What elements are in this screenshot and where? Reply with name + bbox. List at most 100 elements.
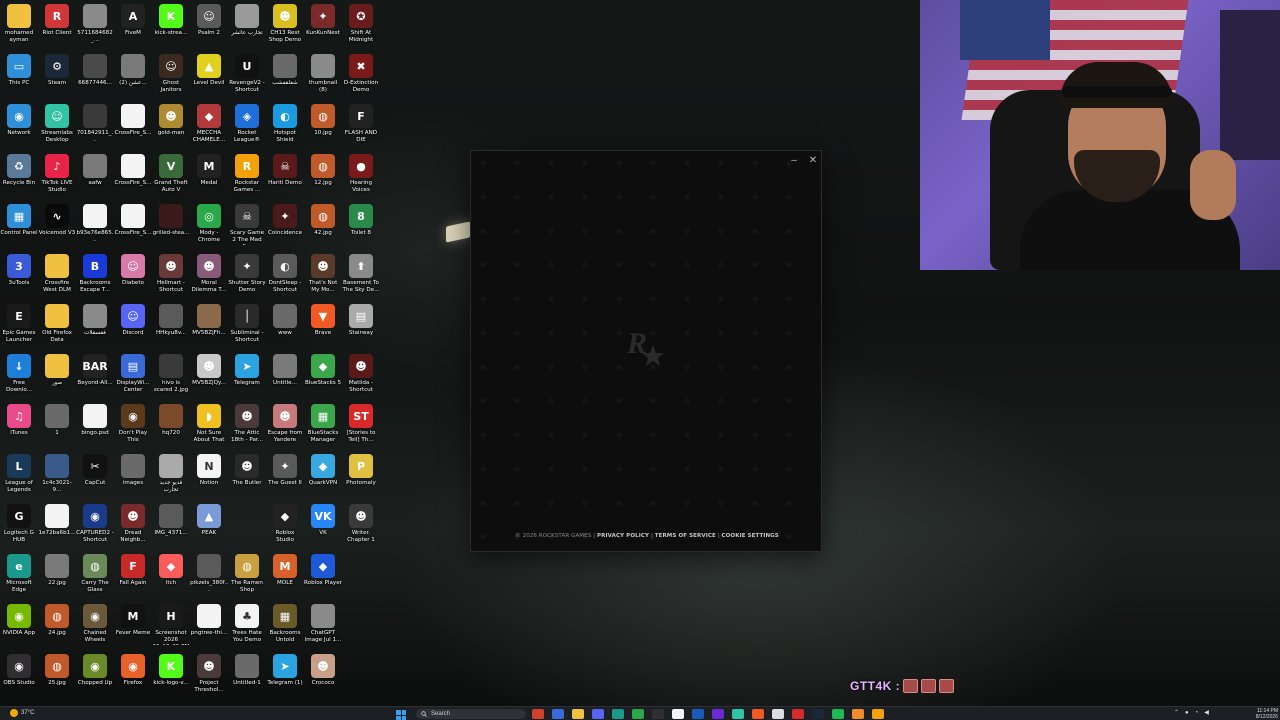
desktop-icon[interactable]: www — [266, 300, 304, 350]
desktop-icon[interactable]: ☻ MV5BZjQy... — [190, 350, 228, 400]
desktop-icon[interactable]: 8 Toilet 8 — [342, 200, 380, 250]
desktop-icon[interactable]: hq720 — [152, 400, 190, 450]
file-icon[interactable] — [552, 709, 564, 719]
desktop-icon[interactable]: 3 3uTools — [0, 250, 38, 300]
desktop-icon[interactable]: ◐ DontSleep - Shortcut — [266, 250, 304, 300]
taskbar-clock[interactable]: 11:14 PM 8/12/2026 — [1254, 708, 1278, 720]
taskbar-search[interactable]: Search — [416, 709, 526, 719]
desktop-icon[interactable]: ◈ Rocket League® — [228, 100, 266, 150]
edge-icon[interactable] — [612, 709, 624, 719]
desktop-icon[interactable]: images — [114, 450, 152, 500]
desktop-icon[interactable]: ◉ CAPTURED2 - Shortcut — [76, 500, 114, 550]
desktop-icon[interactable]: ☻ The Butler — [228, 450, 266, 500]
desktop-icon[interactable]: ☻ Matilda - Shortcut — [342, 350, 380, 400]
desktop-icon[interactable]: Untitle... — [266, 350, 304, 400]
desktop-icon[interactable]: pngtree-thi... — [190, 600, 228, 650]
desktop-icon[interactable]: ✪ Shift At Midnight — [342, 0, 380, 50]
desktop-icon[interactable]: ◉ Don't Play This — [114, 400, 152, 450]
desktop-icon[interactable]: F FLASH AND DIE — [342, 100, 380, 150]
desktop-icon[interactable]: VK VK — [304, 500, 342, 550]
desktop-icon[interactable]: e Microsoft Edge — [0, 550, 38, 600]
desktop-icon[interactable]: ▦ BlueStacks Manager — [304, 400, 342, 450]
desktop-icon[interactable]: A FiveM — [114, 0, 152, 50]
desktop-icon[interactable]: ST [Stories to Tell] Th... — [342, 400, 380, 450]
desktop-icon[interactable]: ☺ Ghost Janitors — [152, 50, 190, 100]
desktop-icon[interactable]: │ Subliminal - Shortcut — [228, 300, 266, 350]
desktop-icon[interactable]: Kkick-logo-v... — [152, 650, 190, 700]
desktop-icon[interactable]: R Riot Client — [38, 0, 76, 50]
desktop-icon[interactable]: شفلقفشب — [266, 50, 304, 100]
desktop-icon[interactable]: ▦ Backrooms Untold — [266, 600, 304, 650]
desktop-icon[interactable]: 22.jpg — [38, 550, 76, 600]
desktop-icon[interactable]: Crossfire West DLM — [38, 250, 76, 300]
desktop-icon[interactable]: ◉ Network — [0, 100, 38, 150]
desktop-icon[interactable]: E Epic Games Launcher — [0, 300, 38, 350]
desktop-icon[interactable]: فديو جديد تجارب — [152, 450, 190, 500]
desktop-icon[interactable]: ☺ Psalm 2 — [190, 0, 228, 50]
desktop-icon[interactable]: b93e76e865... — [76, 200, 114, 250]
desktop-icon[interactable]: ☻ That's Not My Mo... — [304, 250, 342, 300]
rockstar-launcher-window[interactable]: – ✕ R © 2026 ROCKSTAR GAMES | PRIVACY PO… — [470, 150, 822, 552]
desktop-icon[interactable]: ☻ Project Threshol... — [190, 650, 228, 700]
desktop-icon[interactable]: صور — [38, 350, 76, 400]
desktop-icon[interactable]: ➤ Telegram (1) — [266, 650, 304, 700]
desktop-icon[interactable]: V Grand Theft Auto V — [152, 150, 190, 200]
desktop-icon[interactable]: ◍ The Ramen Shop — [228, 550, 266, 600]
desktop-icon[interactable]: CrossFire_S... — [114, 200, 152, 250]
desktop-icon[interactable]: ☠ Scary Game 2 The Mad S... — [228, 200, 266, 250]
desktop-icon[interactable]: فقسقلات — [76, 300, 114, 350]
microphone-icon[interactable]: ● — [1185, 710, 1189, 716]
desktop-icon[interactable]: 1e72ba6b1... — [38, 500, 76, 550]
desktop-icon[interactable]: ◉ OBS Studio — [0, 650, 38, 700]
desktop-icon[interactable]: ☻ Hellmart - Shortcut — [152, 250, 190, 300]
desktop-icon[interactable]: ● Hearing Voices — [342, 150, 380, 200]
desktop-icon[interactable]: hivo is scared 2.jpg — [152, 350, 190, 400]
steam-icon[interactable] — [812, 709, 824, 719]
cookie-settings-link[interactable]: COOKIE SETTINGS — [722, 533, 779, 539]
discord-icon[interactable] — [592, 709, 604, 719]
desktop-icon[interactable]: ▭ This PC — [0, 50, 38, 100]
desktop-icon[interactable]: ◉ Chained Wheels — [76, 600, 114, 650]
desktop-icon[interactable]: ◆ itch — [152, 550, 190, 600]
desktop-icon[interactable]: CrossFire_S... — [114, 150, 152, 200]
desktop-icon[interactable]: ☻ Moral Dilemma T... — [190, 250, 228, 300]
desktop-icon[interactable]: ✂ CapCut — [76, 450, 114, 500]
desktop-icon[interactable]: 66877446... — [76, 50, 114, 100]
desktop-icon[interactable]: ▦ Control Panel — [0, 200, 38, 250]
desktop-icon[interactable]: ◍ 24.jpg — [38, 600, 76, 650]
desktop-icon[interactable]: ☻ CH13 Rest Shop Demo — [266, 0, 304, 50]
desktop-icon[interactable]: ☻ Escape from Yandere — [266, 400, 304, 450]
desktop-icon[interactable]: BAR Beyond-All... — [76, 350, 114, 400]
desktop-icon[interactable]: Kkick-strea... — [152, 0, 190, 50]
fivem-icon[interactable] — [852, 709, 864, 719]
desktop-icon[interactable]: ▲ PEAK — [190, 500, 228, 550]
start-button[interactable] — [396, 710, 406, 720]
terms-of-service-link[interactable]: TERMS OF SERVICE — [655, 533, 716, 539]
streamlabs-icon[interactable] — [732, 709, 744, 719]
chrome-icon[interactable] — [632, 709, 644, 719]
desktop-icon[interactable]: ▲ Level Devil — [190, 50, 228, 100]
desktop-icon[interactable]: ◆ MECCHA CHAMELE... — [190, 100, 228, 150]
desktop-icon[interactable]: ♫ iTunes — [0, 400, 38, 450]
desktop-icon[interactable]: N Notion — [190, 450, 228, 500]
desktop-icon[interactable]: M Fever Meme — [114, 600, 152, 650]
desktop-icon[interactable]: ◍ 25.jpg — [38, 650, 76, 700]
desktop-icon[interactable]: ◎ Mody - Chrome — [190, 200, 228, 250]
close-button[interactable]: ✕ — [807, 155, 819, 167]
minimize-button[interactable]: – — [789, 156, 799, 167]
desktop-icon[interactable]: ⬆ Basement To The Sky De... — [342, 250, 380, 300]
desktop-icon[interactable]: aafw — [76, 150, 114, 200]
desktop-icon[interactable]: MV5BZjFh... — [190, 300, 228, 350]
desktop-icon[interactable]: mohamed ayman — [0, 0, 38, 50]
desktop-icon[interactable]: ◍ 12.jpg — [304, 150, 342, 200]
desktop-icon[interactable]: ☻ The Attic 18th - Par... — [228, 400, 266, 450]
desktop-icon[interactable]: ♻ Recycle Bin — [0, 150, 38, 200]
desktop-icon[interactable]: R Rockstar Games ... — [228, 150, 266, 200]
desktop-icon[interactable]: 1 — [38, 400, 76, 450]
desktop-icon[interactable]: ChatGPT Image Jul 1... — [304, 600, 342, 650]
desktop-icon[interactable]: ✖ D-Extinction Demo — [342, 50, 380, 100]
desktop-icon[interactable]: ◗ Not Sure About That — [190, 400, 228, 450]
desktop-icon[interactable]: ◍ Carry The Glass — [76, 550, 114, 600]
desktop-icon[interactable]: ⚙ Steam — [38, 50, 76, 100]
desktop-icon[interactable]: ☺ Discord — [114, 300, 152, 350]
